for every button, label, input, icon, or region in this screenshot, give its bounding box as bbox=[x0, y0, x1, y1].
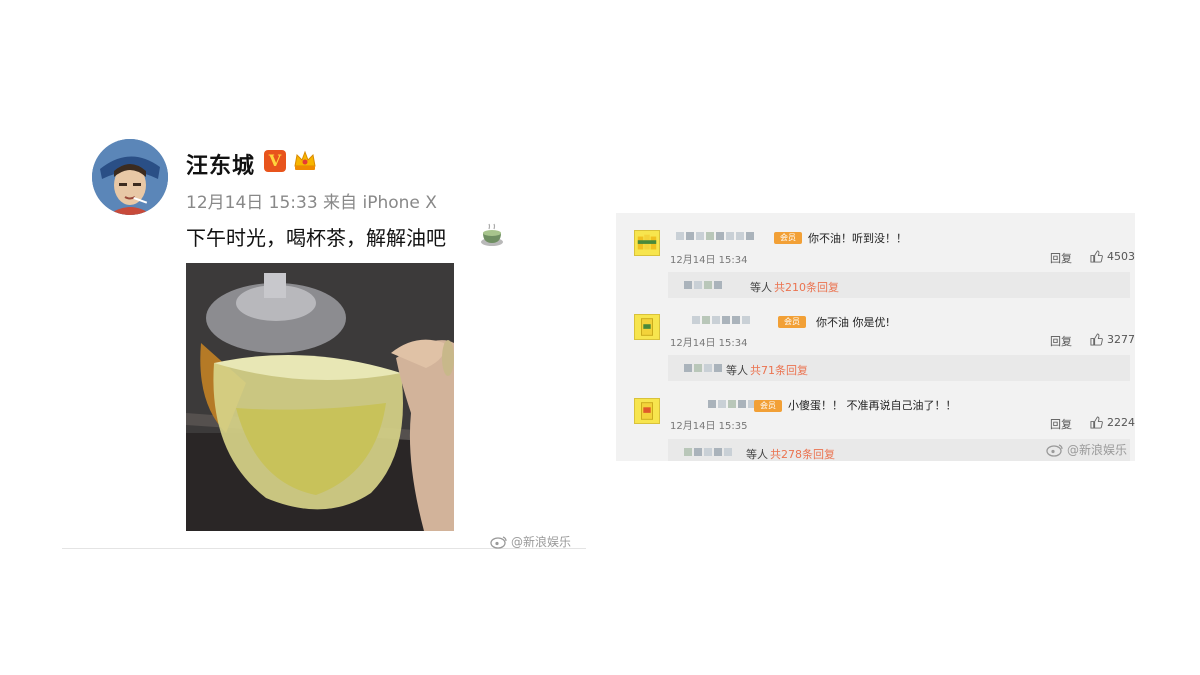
tea-icon bbox=[478, 221, 506, 249]
commenter-avatar[interactable] bbox=[634, 398, 660, 424]
post-photo[interactable] bbox=[186, 263, 454, 531]
comment-text: 你不油！听到没！！ bbox=[808, 232, 907, 245]
thumbs-up-icon bbox=[1090, 250, 1103, 263]
blurred-replier bbox=[684, 364, 722, 372]
comment-time: 12月14日 15:34 bbox=[670, 255, 748, 266]
blurred-username[interactable] bbox=[708, 400, 756, 408]
sub-replies-count[interactable]: 共210条回复 bbox=[774, 279, 839, 295]
like-button[interactable]: 3277 bbox=[1090, 333, 1135, 346]
post-text: 下午时光，喝杯茶，解解油吧 bbox=[186, 226, 446, 250]
vip-badge: 会员 bbox=[774, 232, 802, 244]
reply-button[interactable]: 回复 bbox=[1050, 333, 1072, 349]
blurred-replier bbox=[684, 281, 722, 289]
thumbs-up-icon bbox=[1090, 416, 1103, 429]
comment-text: 小傻蛋！！ 不准再说自己油了！！ bbox=[788, 399, 957, 412]
blurred-replier bbox=[684, 448, 732, 456]
watermark-text: @新浪娱乐 bbox=[511, 535, 572, 549]
sub-replies[interactable]: 等人 共71条回复 bbox=[668, 355, 1130, 381]
crown-icon bbox=[292, 148, 318, 174]
comment-text: 你不油 你是优! bbox=[816, 316, 890, 329]
sub-replies-people: 等人 bbox=[750, 281, 772, 294]
post-meta: 12月14日 15:33 来自 iPhone X bbox=[186, 193, 437, 213]
user-avatar[interactable] bbox=[92, 139, 168, 215]
sub-replies-people: 等人 bbox=[746, 448, 768, 461]
watermark: @新浪娱乐 bbox=[1046, 441, 1127, 458]
verified-badge: V bbox=[264, 150, 286, 172]
like-count: 2224 bbox=[1107, 416, 1135, 429]
comments-panel: 会员 你不油！听到没！！ 12月14日 15:34 回复 4503 等人 共21… bbox=[616, 213, 1135, 461]
like-button[interactable]: 2224 bbox=[1090, 416, 1135, 429]
commenter-avatar[interactable] bbox=[634, 230, 660, 256]
weibo-post: 汪东城 V 12月14日 15:33 来自 iPhone X 下午时光，喝杯茶，… bbox=[0, 0, 600, 675]
comment-time: 12月14日 15:34 bbox=[670, 338, 748, 349]
vip-badge: 会员 bbox=[754, 400, 782, 412]
watermark-text: @新浪娱乐 bbox=[1067, 443, 1128, 457]
vip-badge: 会员 bbox=[778, 316, 806, 328]
like-button[interactable]: 4503 bbox=[1090, 250, 1135, 263]
reply-button[interactable]: 回复 bbox=[1050, 416, 1072, 432]
like-count: 4503 bbox=[1107, 250, 1135, 263]
blurred-username[interactable] bbox=[676, 232, 754, 240]
sub-replies-count[interactable]: 共278条回复 bbox=[770, 446, 835, 461]
comment-time: 12月14日 15:35 bbox=[670, 421, 748, 432]
watermark: @新浪娱乐 bbox=[490, 533, 571, 550]
weibo-logo-icon bbox=[490, 535, 508, 549]
like-count: 3277 bbox=[1107, 333, 1135, 346]
username[interactable]: 汪东城 bbox=[186, 148, 255, 180]
blurred-username[interactable] bbox=[692, 316, 750, 324]
sub-replies-people: 等人 bbox=[726, 364, 748, 377]
thumbs-up-icon bbox=[1090, 333, 1103, 346]
weibo-logo-icon bbox=[1046, 443, 1064, 457]
sub-replies-count[interactable]: 共71条回复 bbox=[750, 362, 808, 378]
sub-replies[interactable]: 等人 共210条回复 bbox=[668, 272, 1130, 298]
reply-button[interactable]: 回复 bbox=[1050, 250, 1072, 266]
commenter-avatar[interactable] bbox=[634, 314, 660, 340]
